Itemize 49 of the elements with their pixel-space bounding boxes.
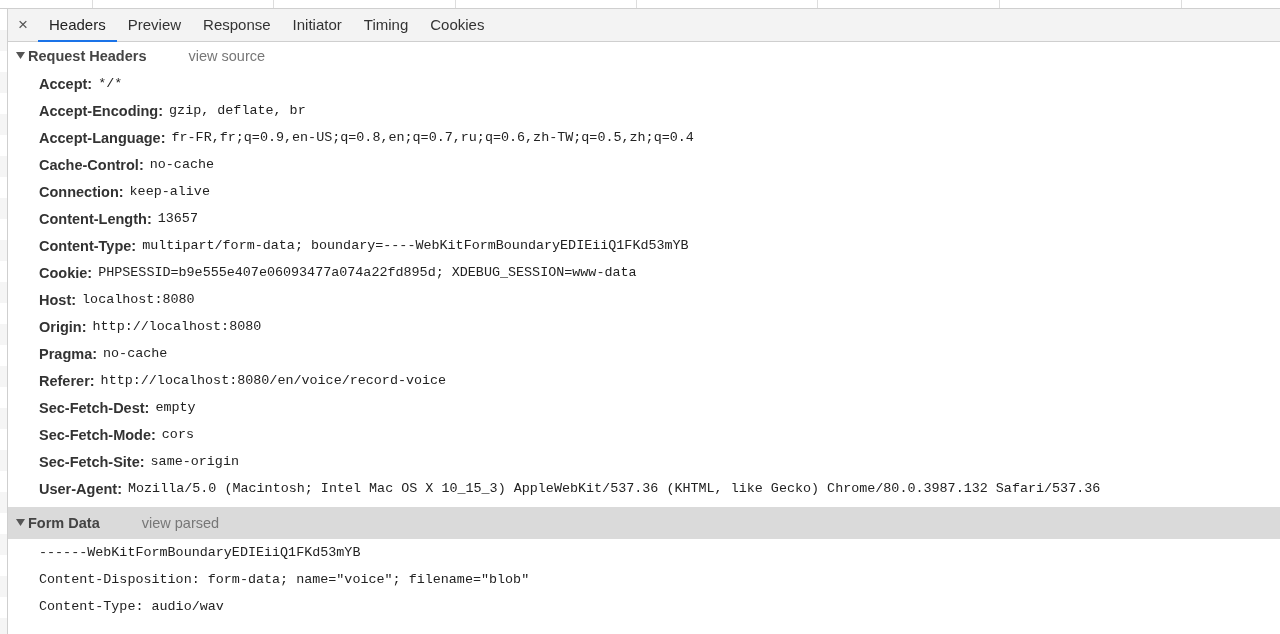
close-button[interactable]: ×: [8, 9, 38, 41]
tab[interactable]: Cookies: [419, 9, 496, 42]
header-value: 13657: [157, 211, 198, 226]
header-name: Host:: [39, 291, 77, 308]
header-value: gzip, deflate, br: [169, 103, 306, 118]
tab[interactable]: Response: [192, 9, 282, 42]
header-value: */*: [98, 76, 123, 91]
header-value: PHPSESSID=b9e555e407e06093477a074a22fd895d; XDEBUG_SESSION=www-data: [98, 265, 637, 280]
header-value: cors: [161, 427, 194, 442]
header-name: Content-Type:: [39, 237, 137, 254]
header-value: fr-FR,fr;q=0.9,en-US;q=0.8,en;q=0.7,ru;q=0.6,zh-TW;q=0.5,zh;q=0.4: [171, 130, 694, 145]
header-name: Cache-Control:: [39, 156, 144, 173]
section-title: Request Headers: [28, 48, 147, 64]
header-value: keep-alive: [129, 184, 210, 199]
header-name: Cookie:: [39, 264, 93, 281]
section-header[interactable]: Request Headers view source: [8, 42, 1280, 70]
expand-triangle-icon[interactable]: [16, 519, 25, 527]
header-value: http://localhost:8080/en/voice/record-voice: [100, 373, 447, 388]
header-name: Accept-Language:: [39, 129, 166, 146]
header-name: Connection:: [39, 183, 124, 200]
header-name: Pragma:: [39, 345, 98, 362]
header-value: multipart/form-data; boundary=----WebKitFormBoundaryEDIEiiQ1FKd53mYB: [142, 238, 689, 253]
section-header[interactable]: Form Data view parsed: [8, 507, 1280, 539]
tab[interactable]: Headers: [38, 9, 117, 42]
header-value: no-cache: [103, 346, 168, 361]
header-name: Accept-Encoding:: [39, 102, 164, 119]
header-name: Sec-Fetch-Mode:: [39, 426, 156, 443]
tab[interactable]: Preview: [116, 9, 193, 42]
header-value: localhost:8080: [82, 292, 195, 307]
tab[interactable]: Initiator: [281, 9, 353, 42]
header-name: Accept:: [39, 75, 93, 92]
section-title: Form Data: [28, 515, 100, 531]
header-name: Sec-Fetch-Dest:: [39, 399, 150, 416]
header-name: Sec-Fetch-Site:: [39, 453, 145, 470]
header-name: User-Agent:: [39, 480, 122, 497]
expand-triangle-icon[interactable]: [16, 52, 25, 60]
header-value: Mozilla/5.0 (Macintosh; Intel Mac OS X 10_15_3) AppleWebKit/537.36 (KHTML, like Gecko) Chrome/80.0.3987.132 Safari/537.36: [128, 481, 1101, 496]
view-toggle-link[interactable]: view source: [188, 48, 266, 64]
form-data-line: Content-Type: audio/wav: [39, 599, 224, 614]
header-name: Origin:: [39, 318, 87, 335]
form-data-line: ------WebKitFormBoundaryEDIEiiQ1FKd53mYB: [39, 545, 361, 560]
tab[interactable]: Timing: [352, 9, 420, 42]
form-data-line: Content-Disposition: form-data; name="voice"; filename="blob": [39, 572, 530, 587]
header-name: Referer:: [39, 372, 95, 389]
header-name: Content-Length:: [39, 210, 152, 227]
header-value: empty: [155, 400, 196, 415]
header-value: http://localhost:8080: [92, 319, 262, 334]
header-value: same-origin: [150, 454, 239, 469]
header-value: no-cache: [149, 157, 215, 172]
